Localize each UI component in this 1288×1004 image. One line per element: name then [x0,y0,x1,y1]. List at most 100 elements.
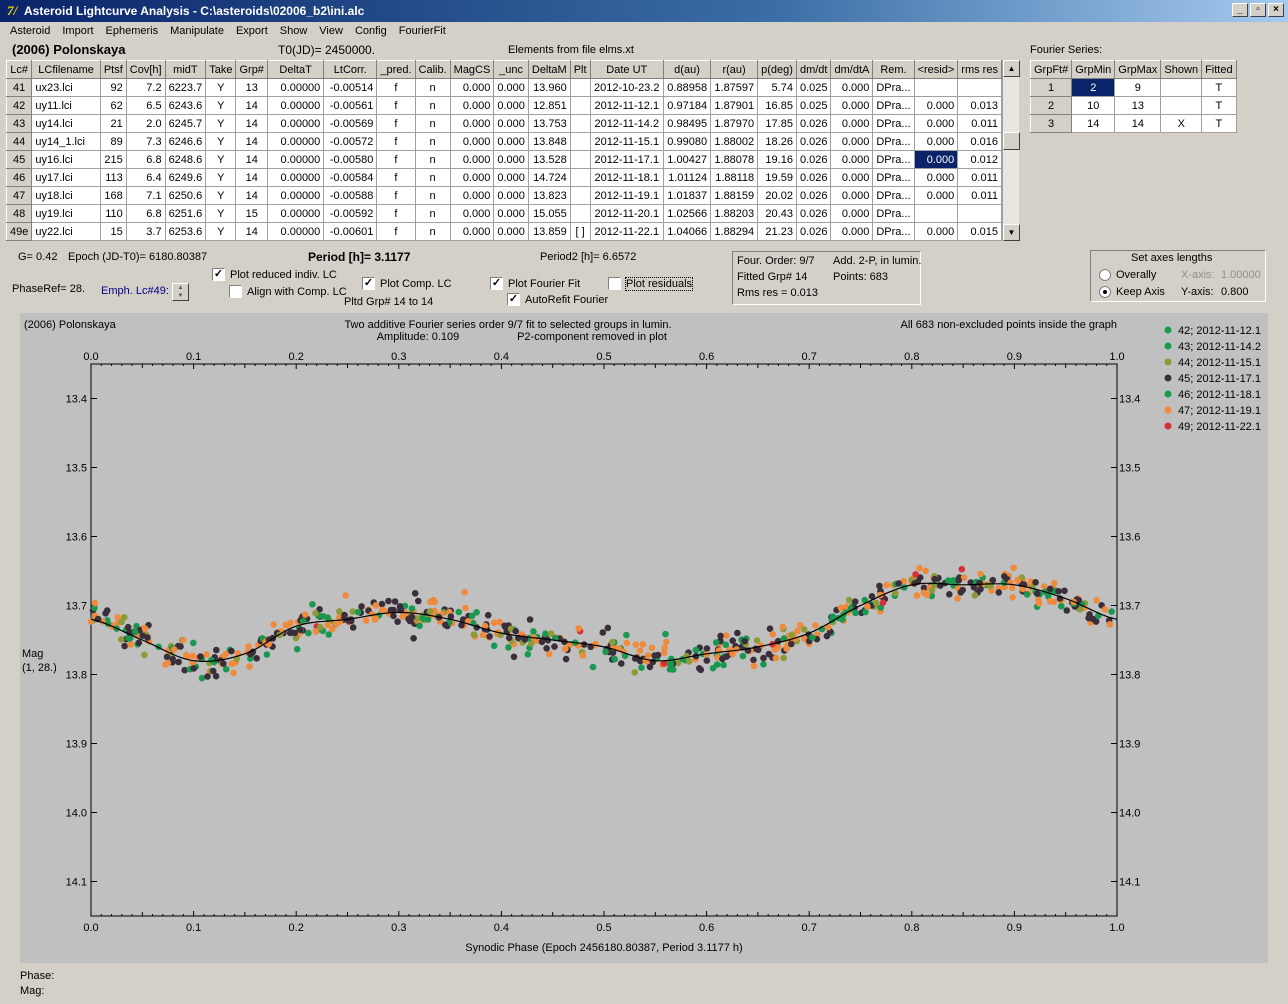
table-cell[interactable]: 2012-11-17.1 [589,150,664,169]
table-cell[interactable]: 5.74 [757,78,797,97]
table-cell[interactable]: 6248.6 [164,150,207,169]
fourier-cell[interactable]: X [1160,114,1203,133]
table-cell[interactable]: 1.01124 [662,168,712,187]
col-header[interactable]: MagCS [449,60,495,79]
table-cell[interactable]: n [414,186,451,205]
table-cell[interactable]: 1.04066 [662,222,712,241]
table-cell[interactable]: 0.000 [493,222,529,241]
table-cell[interactable]: 0.011 [957,114,1002,133]
table-cell[interactable]: 0.000 [830,114,874,133]
table-cell[interactable]: 1.87901 [710,96,759,115]
table-cell[interactable]: DPra... [872,96,915,115]
fourier-cell[interactable]: 14 [1071,114,1116,133]
table-cell[interactable]: 0.97184 [662,96,712,115]
table-cell[interactable] [569,96,591,115]
minimize-button[interactable]: _ [1232,3,1248,17]
autorefit-checkbox[interactable]: ✓ AutoRefit Fourier [507,293,608,306]
table-cell[interactable]: 2012-11-14.2 [589,114,664,133]
table-cell[interactable]: 6253.6 [164,222,207,241]
table-cell[interactable]: n [414,168,451,187]
table-cell[interactable]: 15 [99,222,127,241]
table-cell[interactable]: DPra... [872,186,915,205]
table-cell[interactable] [957,204,1002,223]
table-cell[interactable]: 6250.6 [164,186,207,205]
align-comp-checkbox[interactable]: Align with Comp. LC [229,285,347,298]
menu-fourierfit[interactable]: FourierFit [393,25,452,37]
table-cell[interactable]: 0.000 [449,78,495,97]
table-cell[interactable] [569,150,591,169]
plot-comp-checkbox[interactable]: ✓ Plot Comp. LC [362,277,452,290]
table-cell[interactable]: 14 [235,222,268,241]
table-cell[interactable]: 1.87970 [710,114,759,133]
table-cell[interactable]: 0.88958 [662,78,712,97]
col-header[interactable]: Cov[h] [125,60,166,79]
table-cell[interactable]: 0.000 [493,186,529,205]
table-cell[interactable]: f [376,222,416,241]
table-cell[interactable]: 0.026 [795,186,832,205]
table-cell[interactable]: 89 [99,132,127,151]
table-cell[interactable]: Y [205,168,237,187]
table-cell[interactable]: f [376,114,416,133]
table-row[interactable]: 44 uy14_1.lci 89 7.3 6246.6 Y 14 0.00000 -0.0057… [5,132,1002,151]
table-cell[interactable]: 13.823 [527,186,571,205]
table-cell[interactable] [569,114,591,133]
scroll-down-icon[interactable]: ▼ [1003,224,1020,241]
table-cell[interactable]: 1.88203 [710,204,759,223]
table-cell[interactable]: 2012-11-19.1 [589,186,664,205]
scroll-up-icon[interactable]: ▲ [1003,60,1020,77]
table-cell[interactable]: -0.00514 [323,78,378,97]
table-cell[interactable]: n [414,96,451,115]
table-cell[interactable]: 15.055 [527,204,571,223]
table-cell[interactable]: 0.000 [830,168,874,187]
table-cell[interactable]: 0.000 [913,114,959,133]
table-cell[interactable]: uy18.lci [31,186,101,205]
col-header[interactable]: DeltaM [527,60,571,79]
table-cell[interactable]: 0.00000 [266,78,325,97]
table-cell[interactable]: f [376,168,416,187]
table-cell[interactable]: 6223.7 [164,78,207,97]
table-cell[interactable]: f [376,186,416,205]
table-cell[interactable]: 6.5 [125,96,166,115]
table-cell[interactable]: -0.00588 [323,186,378,205]
fourier-cell[interactable]: 9 [1114,78,1162,97]
table-row[interactable]: 48 uy19.lci 110 6.8 6251.6 Y 15 0.00000 -0.00592… [5,204,1002,223]
table-cell[interactable]: -0.00572 [323,132,378,151]
table-cell[interactable]: 14 [235,150,268,169]
col-header[interactable]: Ptsf [99,60,127,79]
col-header[interactable]: d(au) [662,60,712,79]
table-cell[interactable]: -0.00584 [323,168,378,187]
fourier-cell[interactable]: 14 [1114,114,1162,133]
table-cell[interactable]: 13.848 [527,132,571,151]
table-cell[interactable]: 0.000 [830,150,874,169]
table-cell[interactable]: DPra... [872,168,915,187]
table-cell[interactable]: f [376,132,416,151]
table-cell[interactable]: 0.000 [449,186,495,205]
table-cell[interactable]: DPra... [872,114,915,133]
table-cell[interactable]: 0.000 [830,204,874,223]
plot-residuals-checkbox[interactable]: Plot residuals [608,276,694,291]
table-cell[interactable]: 92 [99,78,127,97]
table-cell[interactable]: 0.025 [795,96,832,115]
table-cell[interactable]: 19.16 [757,150,797,169]
table-cell[interactable]: 0.000 [493,114,529,133]
table-cell[interactable]: 13.859 [527,222,571,241]
table-cell[interactable]: 0.000 [449,132,495,151]
table-cell[interactable]: Y [205,204,237,223]
col-header[interactable]: Grp# [235,60,268,79]
table-cell[interactable]: 6.8 [125,204,166,223]
col-header[interactable]: DeltaT [266,60,325,79]
close-button[interactable]: × [1268,3,1284,17]
table-cell[interactable]: 49e [5,222,33,241]
table-cell[interactable]: 1.02566 [662,204,712,223]
table-cell[interactable]: 0.011 [957,168,1002,187]
table-cell[interactable]: 1.88002 [710,132,759,151]
overally-radio[interactable]: Overally [1099,269,1156,282]
table-cell[interactable]: 13.960 [527,78,571,97]
table-row[interactable]: 45 uy16.lci 215 6.8 6248.6 Y 14 0.00000 -0.00580… [5,150,1002,169]
table-cell[interactable]: 7.2 [125,78,166,97]
menu-ephemeris[interactable]: Ephemeris [100,25,165,37]
table-cell[interactable]: 45 [5,150,33,169]
table-cell[interactable]: 7.3 [125,132,166,151]
lightcurve-plot[interactable]: 0.0 0.0 0.1 0.1 0.2 0.2 0.3 0.3 0.4 0.4 0.5 0.5 0.6 0… [20,313,1268,963]
table-cell[interactable]: -0.00601 [323,222,378,241]
